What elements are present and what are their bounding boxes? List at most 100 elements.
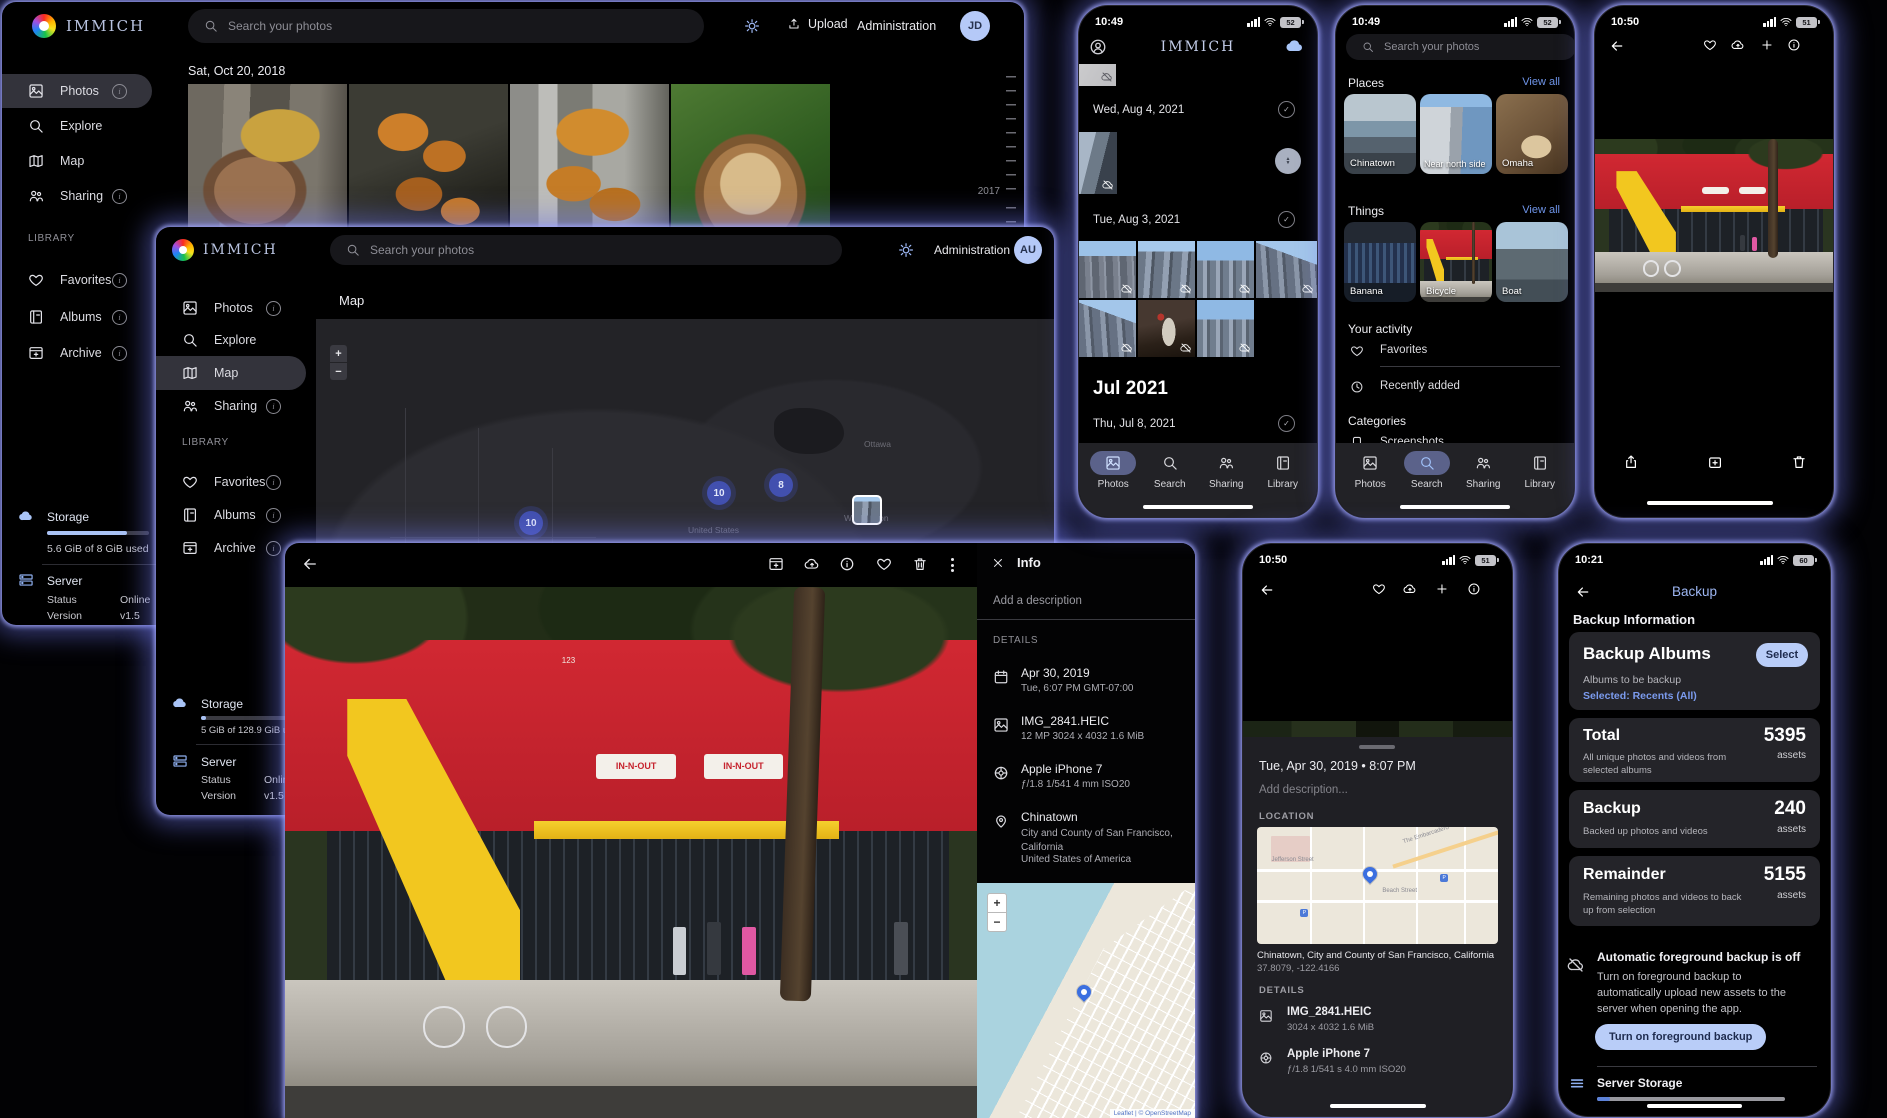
home-indicator[interactable] <box>1400 505 1510 509</box>
map-zoom-in-button[interactable] <box>987 893 1007 913</box>
photo-viewer-image[interactable]: 123 IN-N-OUT IN-N-OUT <box>285 587 977 1118</box>
sidebar-item-albums[interactable]: Albums <box>2 300 152 334</box>
select-albums-button[interactable]: Select <box>1756 643 1808 667</box>
description-input[interactable]: Add a description <box>993 595 1082 607</box>
description-input[interactable]: Add description... <box>1259 784 1348 796</box>
info-icon[interactable] <box>112 189 127 204</box>
sidebar-item-favorites[interactable]: Favorites <box>2 263 152 297</box>
info-icon[interactable] <box>112 310 127 325</box>
more-options-button[interactable] <box>951 558 954 572</box>
back-button[interactable] <box>301 555 319 573</box>
photo-thumbnail[interactable] <box>1138 241 1195 298</box>
activity-favorites-row[interactable]: Favorites <box>1380 344 1427 356</box>
immich-logo-icon[interactable] <box>32 14 56 38</box>
things-view-all-link[interactable]: View all <box>1522 204 1560 216</box>
thing-card[interactable]: Boat <box>1496 222 1568 302</box>
photo-viewer-image[interactable] <box>1595 139 1833 292</box>
administration-link[interactable]: Administration <box>857 19 936 33</box>
home-indicator[interactable] <box>1143 505 1253 509</box>
sidebar-item-sharing[interactable]: Sharing <box>2 179 152 213</box>
timeline-scrubber[interactable] <box>1006 76 1016 196</box>
info-icon[interactable] <box>112 346 127 361</box>
back-button[interactable] <box>1609 38 1625 54</box>
favorite-heart-button[interactable] <box>876 556 892 572</box>
archive-button[interactable] <box>768 556 784 572</box>
thing-card[interactable]: Bicycle <box>1420 222 1492 302</box>
location-map[interactable]: Jefferson Street Beach Street The Embarc… <box>1257 827 1498 944</box>
administration-link[interactable]: Administration <box>934 243 1010 257</box>
sidebar-item-albums[interactable]: Albums <box>156 498 306 532</box>
map-zoom-out-button[interactable] <box>987 912 1007 932</box>
photo-thumbnail[interactable] <box>1079 132 1117 194</box>
immich-logo-icon[interactable] <box>172 239 194 261</box>
search-input[interactable]: Search your photos <box>330 235 842 265</box>
info-button[interactable] <box>839 556 855 572</box>
sidebar-item-photos[interactable]: Photos <box>156 291 306 325</box>
favorite-heart-button[interactable] <box>1703 38 1717 52</box>
photo-thumbnail[interactable] <box>1197 300 1254 357</box>
turn-on-foreground-backup-button[interactable]: Turn on foreground backup <box>1595 1024 1766 1050</box>
photo-thumbnail[interactable] <box>1197 241 1254 298</box>
sidebar-item-archive[interactable]: Archive <box>156 531 306 565</box>
info-icon[interactable] <box>266 399 281 414</box>
map-photo-marker[interactable] <box>852 495 882 525</box>
nav-photos[interactable]: Photos <box>1085 451 1142 517</box>
favorite-heart-button[interactable] <box>1372 582 1386 596</box>
thing-card[interactable]: Banana <box>1344 222 1416 302</box>
photo-thumbnail[interactable] <box>1079 300 1136 357</box>
trash-button[interactable] <box>1791 454 1807 470</box>
place-card[interactable]: Near north side <box>1420 94 1492 174</box>
home-indicator[interactable] <box>1330 1104 1426 1108</box>
sheet-drag-handle[interactable] <box>1359 745 1395 749</box>
user-avatar[interactable]: AU <box>1014 236 1042 264</box>
sidebar-item-favorites[interactable]: Favorites <box>156 465 306 499</box>
info-icon[interactable] <box>112 273 127 288</box>
home-indicator[interactable] <box>1647 1104 1742 1108</box>
map-cluster[interactable]: 10 <box>519 511 543 535</box>
backup-cloud-icon[interactable] <box>1285 36 1305 56</box>
user-avatar[interactable]: JD <box>960 11 990 41</box>
close-icon[interactable] <box>991 556 1005 570</box>
select-all-checkbox[interactable] <box>1278 101 1295 118</box>
photo-edge-strip[interactable] <box>1243 721 1512 737</box>
trash-button[interactable] <box>912 556 928 572</box>
info-icon[interactable] <box>266 508 281 523</box>
select-all-checkbox[interactable] <box>1278 211 1295 228</box>
info-icon[interactable] <box>266 541 281 556</box>
timeline-drag-handle[interactable] <box>1275 148 1301 174</box>
cloud-upload-button[interactable] <box>804 556 820 572</box>
theme-toggle-button[interactable] <box>744 18 760 34</box>
share-button[interactable] <box>1623 454 1639 470</box>
sidebar-item-map[interactable]: Map <box>156 356 306 390</box>
add-to-album-button[interactable] <box>1760 38 1774 52</box>
info-map[interactable]: Leaflet | © OpenStreetMap <box>977 883 1195 1118</box>
nav-library[interactable]: Library <box>1512 451 1569 517</box>
info-button[interactable] <box>1787 38 1801 52</box>
theme-toggle-button[interactable] <box>898 242 914 258</box>
photo-thumbnail[interactable] <box>1079 64 1116 86</box>
info-button[interactable] <box>1467 582 1481 596</box>
map-attribution[interactable]: Leaflet | © OpenStreetMap <box>1110 1109 1195 1118</box>
place-card[interactable]: Chinatown <box>1344 94 1416 174</box>
sidebar-item-archive[interactable]: Archive <box>2 336 152 370</box>
map-cluster[interactable]: 10 <box>707 481 731 505</box>
search-input[interactable]: Search your photos <box>188 9 704 43</box>
map-cluster[interactable]: 8 <box>769 473 793 497</box>
nav-library[interactable]: Library <box>1255 451 1312 517</box>
sidebar-item-map[interactable]: Map <box>2 144 152 178</box>
home-indicator[interactable] <box>1647 501 1773 505</box>
sidebar-item-explore[interactable]: Explore <box>2 109 152 143</box>
info-icon[interactable] <box>112 84 127 99</box>
back-button[interactable] <box>1259 582 1275 598</box>
sidebar-item-sharing[interactable]: Sharing <box>156 389 306 423</box>
nav-photos[interactable]: Photos <box>1342 451 1399 517</box>
photo-thumbnail[interactable] <box>1256 241 1317 298</box>
sidebar-item-explore[interactable]: Explore <box>156 323 306 357</box>
info-icon[interactable] <box>266 301 281 316</box>
upload-button[interactable]: Upload <box>787 17 848 31</box>
archive-button[interactable] <box>1707 454 1723 470</box>
photo-thumbnail[interactable] <box>1079 241 1136 298</box>
sidebar-item-photos[interactable]: Photos <box>2 74 152 108</box>
map-zoom-out-button[interactable] <box>330 363 347 380</box>
places-view-all-link[interactable]: View all <box>1522 76 1560 88</box>
